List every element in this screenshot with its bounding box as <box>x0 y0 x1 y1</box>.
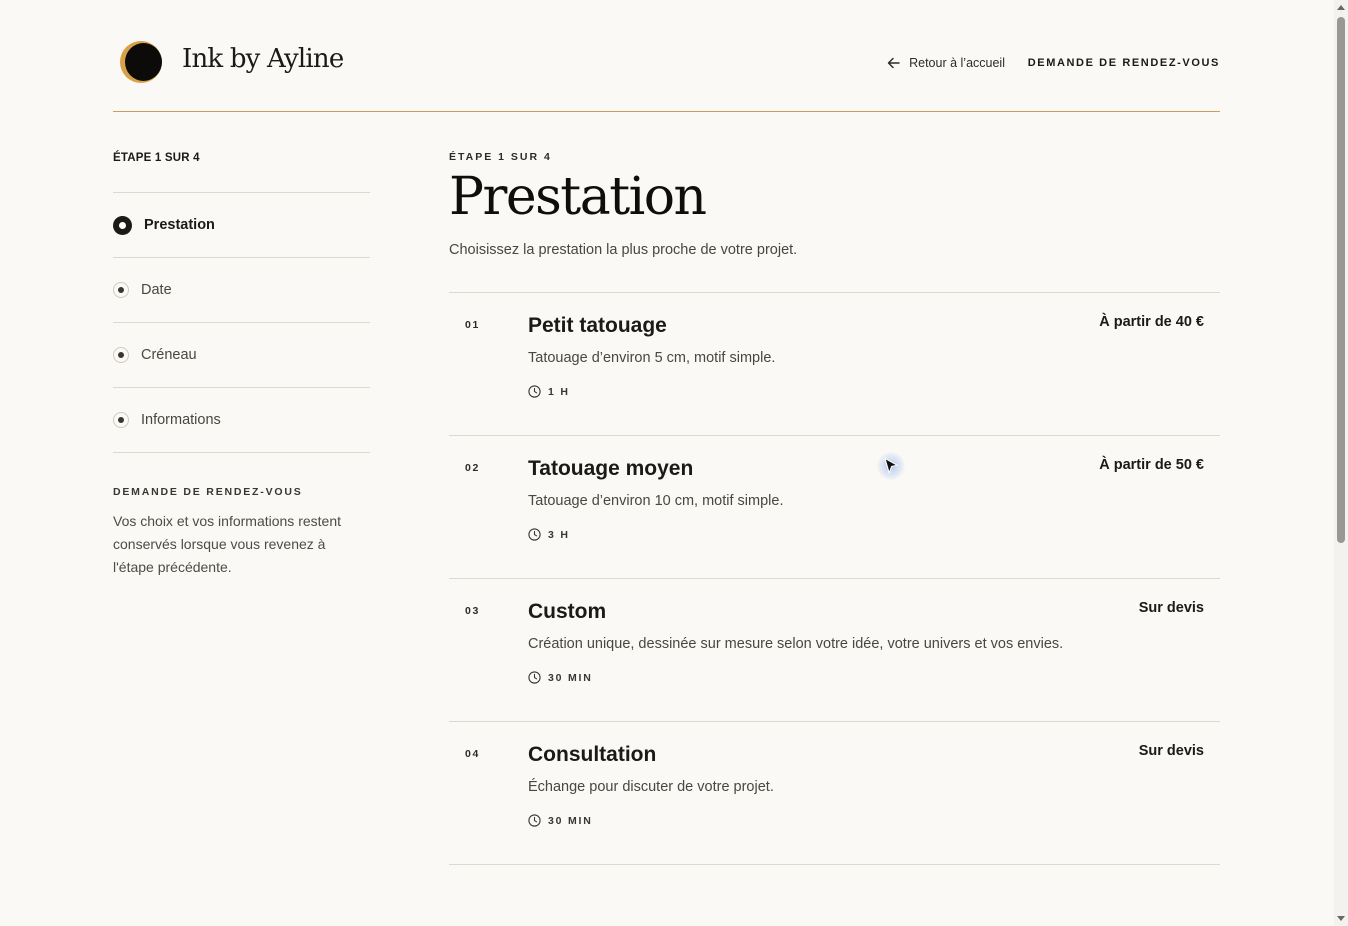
service-duration: 1 H <box>528 385 570 398</box>
scroll-up-arrow-icon[interactable] <box>1337 5 1345 10</box>
brand-name[interactable]: Ink by Ayline <box>182 44 344 74</box>
service-price: À partir de 50 € <box>1099 457 1204 473</box>
step-indicator-icon <box>113 347 129 363</box>
back-home-link[interactable]: Retour à l’accueil <box>887 56 1005 70</box>
service-option-consultation[interactable]: 04 Consultation Échange pour discuter de… <box>449 722 1220 865</box>
sidebar-note-title: DEMANDE DE RENDEZ-VOUS <box>113 486 303 498</box>
services-list: 01 Petit tatouage Tatouage d’environ 5 c… <box>449 292 1220 865</box>
service-name: Consultation <box>528 743 657 766</box>
site-header: Ink by Ayline Retour à l’accueil DEMANDE… <box>113 0 1220 112</box>
service-name: Petit tatouage <box>528 314 667 337</box>
step-item-label: Prestation <box>144 217 215 233</box>
step-item-label: Informations <box>141 412 221 428</box>
mouse-cursor-icon <box>877 452 905 480</box>
step-indicator-icon <box>113 412 129 428</box>
service-duration-label: 3 H <box>548 528 570 541</box>
service-duration-label: 30 MIN <box>548 671 593 684</box>
service-name: Tatouage moyen <box>528 457 694 480</box>
step-indicator-icon <box>113 282 129 298</box>
sidebar-note-text: Vos choix et vos informations restent co… <box>113 513 341 575</box>
service-option-petit-tatouage[interactable]: 01 Petit tatouage Tatouage d’environ 5 c… <box>449 293 1220 436</box>
sidebar-step-counter: ÉTAPE 1 SUR 4 <box>113 152 200 164</box>
service-number: 03 <box>465 605 480 617</box>
service-duration: 30 MIN <box>528 814 593 827</box>
step-item-informations[interactable]: Informations <box>113 388 370 453</box>
clock-icon <box>528 528 541 541</box>
logo-icon[interactable] <box>120 41 162 83</box>
step-item-date[interactable]: Date <box>113 258 370 323</box>
service-duration: 3 H <box>528 528 570 541</box>
service-description: Tatouage d’environ 5 cm, motif simple. <box>528 350 776 366</box>
service-price: À partir de 40 € <box>1099 314 1204 330</box>
clock-icon <box>528 671 541 684</box>
steps-sidebar: ÉTAPE 1 SUR 4 Prestation Date Créneau In… <box>113 151 370 579</box>
service-option-custom[interactable]: 03 Custom Création unique, dessinée sur … <box>449 579 1220 722</box>
service-number: 01 <box>465 319 480 331</box>
arrow-left-icon <box>887 57 900 69</box>
scroll-down-arrow-icon[interactable] <box>1337 916 1345 921</box>
service-description: Échange pour discuter de votre projet. <box>528 779 774 795</box>
service-number: 04 <box>465 748 480 760</box>
booking-page: Ink by Ayline Retour à l’accueil DEMANDE… <box>0 0 1348 926</box>
step-item-prestation[interactable]: Prestation <box>113 193 370 258</box>
service-description: Tatouage d’environ 10 cm, motif simple. <box>528 493 784 509</box>
appointment-request-link[interactable]: DEMANDE DE RENDEZ-VOUS <box>1028 57 1220 69</box>
page-subtitle: Choisissez la prestation la plus proche … <box>449 242 798 258</box>
scrollbar-thumb[interactable] <box>1337 17 1345 543</box>
clock-icon <box>528 385 541 398</box>
step-active-indicator-icon <box>113 215 132 235</box>
service-price: Sur devis <box>1138 600 1204 616</box>
main-content: ÉTAPE 1 SUR 4 Prestation Choisissez la p… <box>449 151 1220 865</box>
service-number: 02 <box>465 462 480 474</box>
service-description: Création unique, dessinée sur mesure sel… <box>528 636 1064 652</box>
steps-list: Prestation Date Créneau Informations <box>113 192 370 453</box>
step-item-label: Date <box>141 282 172 298</box>
step-item-creneau[interactable]: Créneau <box>113 323 370 388</box>
service-name: Custom <box>528 600 607 623</box>
main-step-counter: ÉTAPE 1 SUR 4 <box>449 151 552 163</box>
service-duration-label: 1 H <box>548 385 570 398</box>
clock-icon <box>528 814 541 827</box>
service-duration-label: 30 MIN <box>548 814 593 827</box>
step-item-label: Créneau <box>141 347 197 363</box>
service-duration: 30 MIN <box>528 671 593 684</box>
back-home-label: Retour à l’accueil <box>909 56 1005 70</box>
page-title: Prestation <box>449 167 707 227</box>
service-price: Sur devis <box>1138 743 1204 759</box>
service-option-tatouage-moyen[interactable]: 02 Tatouage moyen Tatouage d’environ 10 … <box>449 436 1220 579</box>
page-scrollbar[interactable] <box>1334 0 1348 926</box>
